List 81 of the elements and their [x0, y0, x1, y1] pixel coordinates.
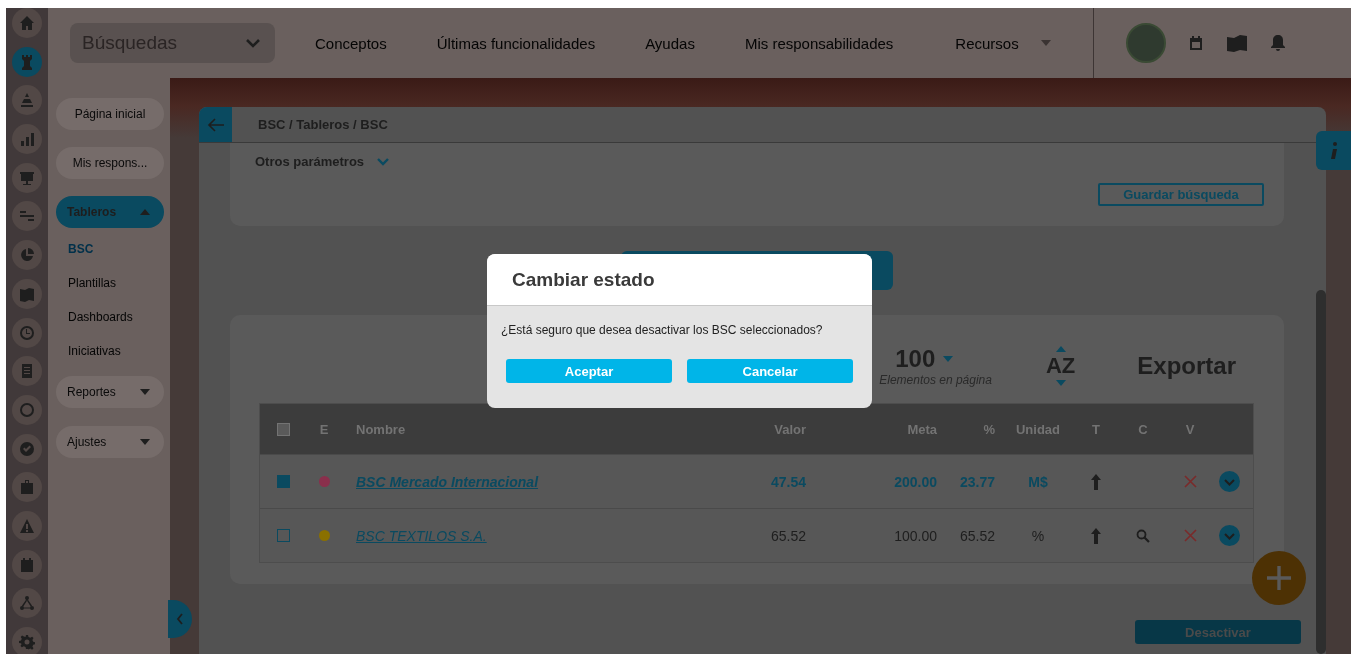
- check-circle-icon[interactable]: [12, 433, 42, 464]
- sidebar-item[interactable]: Iniciativas: [56, 342, 121, 376]
- back-button[interactable]: [199, 107, 232, 142]
- column-header: %: [982, 421, 995, 437]
- nav-link[interactable]: Ayudas: [645, 34, 695, 52]
- expand-icon[interactable]: [1219, 525, 1240, 546]
- caret-down-icon[interactable]: [943, 356, 954, 362]
- table-cell-text: 23.77: [958, 473, 995, 490]
- table-cell-text: 200.00: [893, 473, 937, 490]
- info-tab[interactable]: [1316, 131, 1351, 170]
- table-cell-text: 65.52: [958, 527, 995, 544]
- sidebar-item[interactable]: Plantillas: [56, 274, 117, 308]
- arrow-up-icon: [1091, 473, 1101, 490]
- caret-up-icon[interactable]: [1055, 346, 1066, 352]
- sidebar-group[interactable]: Tableros: [56, 196, 164, 228]
- row-checkbox[interactable]: [276, 529, 290, 542]
- accept-button[interactable]: Aceptar: [506, 359, 672, 383]
- bar-chart-icon[interactable]: [12, 124, 42, 155]
- caret-down-icon: [140, 389, 150, 395]
- deactivate-button[interactable]: Desactivar: [1135, 620, 1301, 644]
- pie-chart-icon[interactable]: [12, 240, 42, 271]
- calendar-icon[interactable]: [12, 549, 42, 580]
- sidebar-group[interactable]: Ajustes: [56, 426, 164, 458]
- table-cell-text: M$: [1027, 473, 1049, 490]
- chevron-left-icon: [176, 613, 184, 625]
- dialog-message: ¿Está seguro que desea desactivar los BSC seleccionados?: [501, 323, 824, 337]
- search-icon[interactable]: [1136, 528, 1150, 543]
- home-icon[interactable]: [12, 8, 42, 38]
- save-search-button[interactable]: Guardar búsqueda: [1098, 183, 1264, 206]
- page-size-value[interactable]: 100: [895, 345, 936, 373]
- plus-icon: [1266, 565, 1292, 591]
- book-icon[interactable]: [12, 278, 42, 309]
- rook-icon[interactable]: [12, 46, 42, 77]
- avatar[interactable]: [1125, 23, 1166, 63]
- name-link[interactable]: BSC TEXTILOS S.A.: [356, 527, 487, 544]
- lines-icon[interactable]: [12, 201, 42, 232]
- table-cell-text: 47.54: [769, 473, 806, 490]
- chevron-down-icon: [245, 38, 261, 48]
- book-icon[interactable]: [1225, 34, 1248, 52]
- document-icon[interactable]: [12, 356, 42, 387]
- presentation-icon[interactable]: [12, 162, 42, 193]
- calendar-icon[interactable]: [1187, 35, 1204, 51]
- caret-down-icon[interactable]: [1055, 380, 1066, 386]
- caret-down-icon[interactable]: [1040, 40, 1051, 46]
- select-all-checkbox[interactable]: [276, 422, 290, 436]
- nav-link[interactable]: Últimas funcionalidades: [436, 34, 596, 52]
- network-icon[interactable]: [12, 588, 42, 619]
- arrow-up-icon: [1091, 527, 1101, 544]
- bell-icon[interactable]: [1269, 34, 1286, 52]
- caret-up-icon: [140, 209, 150, 215]
- pyramid-icon[interactable]: [12, 85, 42, 116]
- cancel-button[interactable]: Cancelar: [687, 359, 853, 383]
- nav-link[interactable]: Conceptos: [315, 34, 387, 52]
- section-title: Otros parámetros: [255, 154, 365, 169]
- sidebar-item[interactable]: BSC: [56, 240, 94, 274]
- close-icon[interactable]: [1183, 529, 1197, 542]
- scrollbar[interactable]: [1316, 290, 1326, 654]
- sidebar-item[interactable]: Dashboards: [56, 308, 133, 342]
- settings-icon[interactable]: [12, 627, 42, 654]
- caret-down-icon: [140, 439, 150, 445]
- info-icon: [1329, 141, 1338, 160]
- nav-link[interactable]: Mis responsabilidades: [744, 34, 894, 52]
- expand-icon[interactable]: [1219, 471, 1240, 492]
- sort-toggle[interactable]: AZ: [1045, 355, 1076, 377]
- table-cell-text: 100.00: [893, 527, 937, 544]
- chevron-down-icon[interactable]: [376, 157, 391, 166]
- sidebar-link[interactable]: Página inicial: [56, 98, 164, 130]
- sidebar-group[interactable]: Reportes: [56, 376, 164, 408]
- name-link[interactable]: BSC Mercado Internacional: [356, 473, 539, 490]
- warning-icon[interactable]: [12, 510, 42, 541]
- dialog-title: Cambiar estado: [512, 268, 655, 291]
- row-checkbox[interactable]: [276, 475, 290, 488]
- table-cell-text: %: [1030, 527, 1046, 544]
- nav-link[interactable]: Recursos: [955, 34, 1019, 52]
- clock-icon[interactable]: [12, 317, 42, 348]
- table-cell-text: 65.52: [769, 527, 806, 544]
- export-link[interactable]: Exportar: [1137, 352, 1236, 380]
- briefcase-icon[interactable]: [12, 472, 42, 503]
- arrow-left-icon: [206, 117, 225, 132]
- close-icon[interactable]: [1183, 475, 1197, 488]
- sidebar-link[interactable]: Mis respons...: [56, 147, 164, 179]
